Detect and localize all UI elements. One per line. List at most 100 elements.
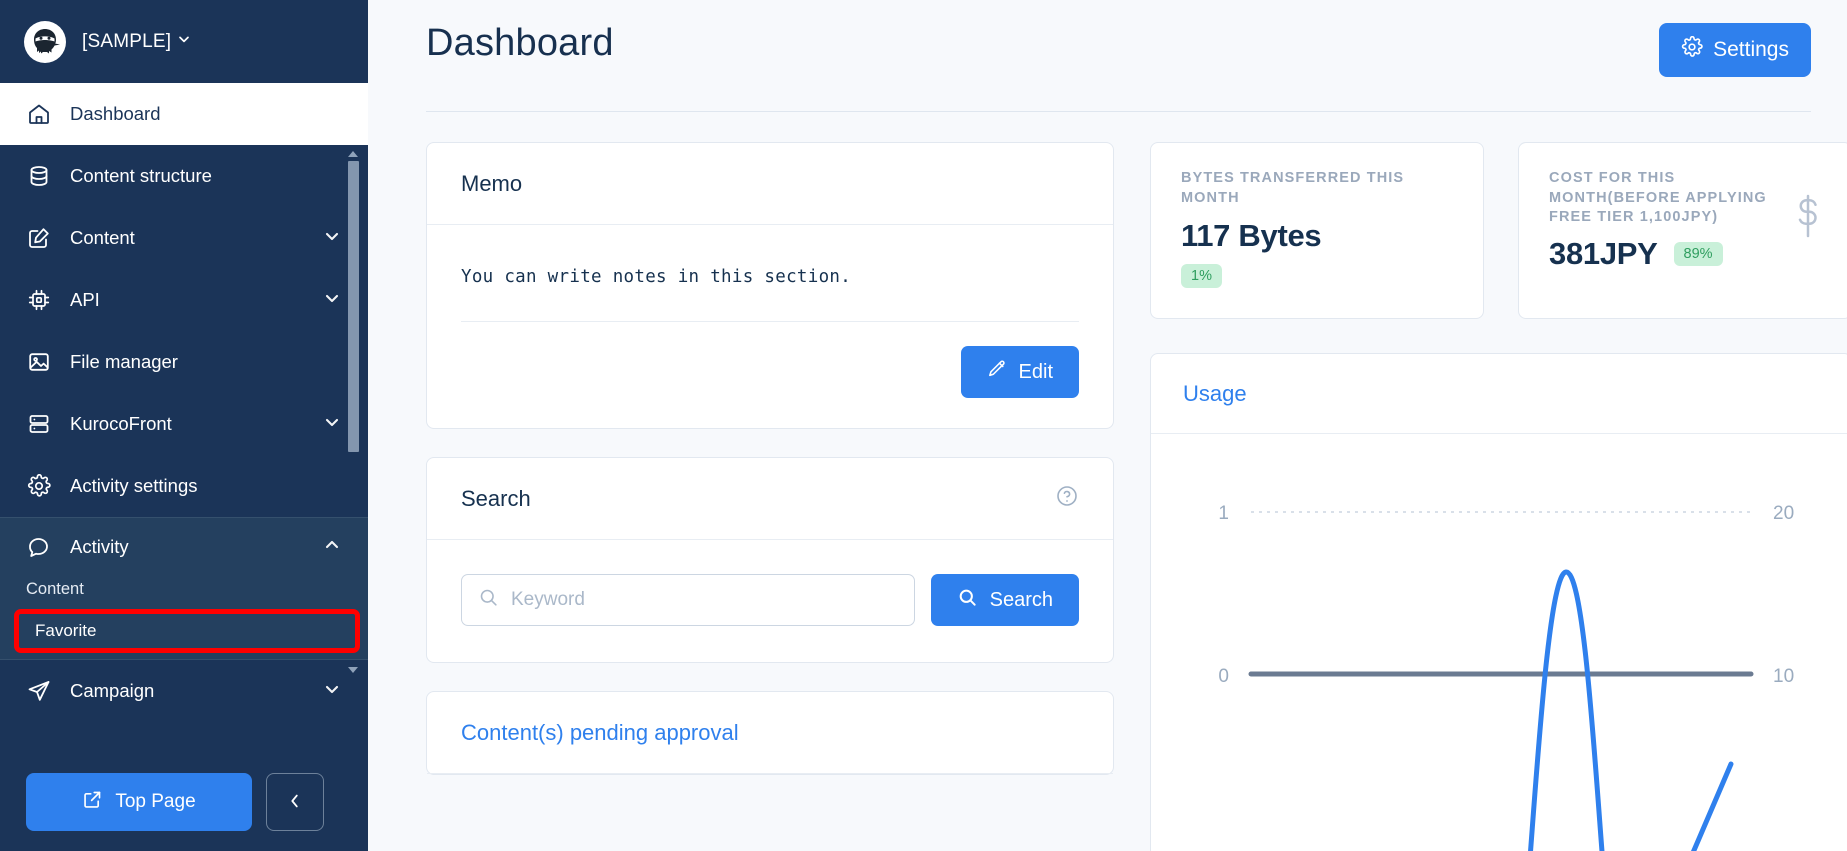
dashboard-grid: Memo You can write notes in this section… — [404, 142, 1847, 851]
settings-button[interactable]: Settings — [1659, 23, 1811, 77]
memo-body-text: You can write notes in this section. — [461, 251, 1079, 322]
sidebar-subgroup-header: Content — [26, 580, 84, 598]
status-badge: 89% — [1673, 241, 1723, 266]
axis-tick-right-20: 20 — [1773, 503, 1794, 524]
sidebar-item-label: Content structure — [70, 165, 212, 186]
page-header: Dashboard Settings — [404, 0, 1811, 77]
stat-value-row: 381JPY 89% — [1549, 236, 1821, 272]
sidebar-footer: Top Page — [0, 753, 368, 851]
home-icon — [26, 101, 52, 127]
sidebar-item-activity-settings[interactable]: Activity settings — [0, 455, 368, 517]
settings-label: Settings — [1713, 38, 1789, 61]
pencil-icon — [987, 359, 1007, 385]
gear-icon — [26, 473, 52, 499]
sidebar-item-activity[interactable]: Activity — [0, 518, 368, 576]
chevron-down-icon[interactable] — [322, 226, 342, 251]
usage-series-peak — [1528, 569, 1605, 851]
main-content: Dashboard Settings Memo You can write no… — [368, 0, 1847, 851]
page-title: Dashboard — [426, 22, 614, 64]
chat-bubble-icon — [26, 534, 52, 560]
chevron-down-icon — [176, 31, 192, 53]
brand-name-wrap: [SAMPLE] — [82, 31, 192, 53]
sidebar-item-label: API — [70, 289, 100, 310]
sidebar-group-activity: Activity Content Favorite — [0, 517, 368, 660]
usage-title[interactable]: Usage — [1183, 381, 1247, 407]
edit-square-icon — [26, 225, 52, 251]
status-badge: 1% — [1181, 264, 1222, 289]
usage-series-tail — [1691, 761, 1734, 851]
sidebar-brand[interactable]: [SAMPLE] — [0, 0, 368, 83]
pending-approval-card: Content(s) pending approval — [426, 691, 1114, 775]
search-button[interactable]: Search — [930, 574, 1079, 626]
axis-tick-left-0: 0 — [1218, 666, 1229, 687]
sidebar-item-file-manager[interactable]: File manager — [0, 331, 368, 393]
sidebar-item-dashboard[interactable]: Dashboard — [0, 83, 368, 145]
search-button-label: Search — [989, 588, 1053, 611]
dollar-sign-icon — [1793, 193, 1823, 249]
stat-value: 381JPY — [1549, 235, 1658, 271]
scroll-up-arrow-icon[interactable] — [348, 151, 358, 157]
external-link-icon — [82, 789, 103, 816]
chevron-up-icon[interactable] — [322, 535, 342, 560]
memo-card-body: You can write notes in this section. Edi… — [427, 225, 1113, 428]
top-page-label: Top Page — [115, 791, 196, 812]
sidebar-item-content[interactable]: Content — [0, 207, 368, 269]
sidebar-item-favorite[interactable]: Favorite — [14, 609, 360, 653]
usage-line-chart: 1 0 20 10 — [1218, 503, 1794, 851]
sidebar-item-label: Content — [70, 227, 135, 248]
app-root: [SAMPLE] Dashboard Content structure Con… — [0, 0, 1847, 851]
memo-title: Memo — [461, 170, 523, 196]
stat-value: 117 Bytes — [1181, 218, 1322, 254]
image-icon — [26, 349, 52, 375]
right-column: BYTES TRANSFERRED THIS MONTH 117 Bytes 1… — [1150, 142, 1847, 851]
top-page-button[interactable]: Top Page — [26, 773, 252, 831]
scrollbar-thumb[interactable] — [347, 161, 359, 453]
memo-card: Memo You can write notes in this section… — [426, 142, 1114, 429]
pending-approval-title[interactable]: Content(s) pending approval — [461, 720, 739, 746]
collapse-sidebar-button[interactable] — [266, 773, 324, 831]
axis-tick-right-10: 10 — [1773, 666, 1794, 687]
sidebar-item-label: Dashboard — [70, 103, 161, 124]
search-title: Search — [461, 485, 531, 511]
edit-label: Edit — [1018, 360, 1053, 383]
search-field[interactable] — [461, 574, 915, 626]
ninja-logo-icon — [24, 20, 66, 63]
sidebar-item-kurocofront[interactable]: KurocoFront — [0, 393, 368, 455]
header-divider — [426, 111, 1811, 112]
stat-label: BYTES TRANSFERRED THIS MONTH — [1181, 170, 1405, 206]
paper-plane-icon — [26, 678, 52, 704]
sidebar-subitem-label: Favorite — [35, 621, 97, 640]
chevron-down-icon[interactable] — [322, 679, 342, 704]
brand-name: [SAMPLE] — [82, 30, 172, 52]
sidebar-nav: Dashboard Content structure Content API … — [0, 83, 368, 722]
stat-card-cost: COST FOR THIS MONTH(BEFORE APPLYING FREE… — [1518, 142, 1847, 320]
axis-tick-left-1: 1 — [1218, 503, 1229, 524]
search-input[interactable] — [511, 589, 898, 611]
stat-label: COST FOR THIS MONTH(BEFORE APPLYING FREE… — [1549, 170, 1767, 226]
sidebar-item-content-structure[interactable]: Content structure — [0, 145, 368, 207]
pending-approval-header: Content(s) pending approval — [427, 692, 1113, 774]
sidebar: [SAMPLE] Dashboard Content structure Con… — [0, 0, 368, 851]
search-card-body: Search — [427, 540, 1113, 662]
sidebar-item-api[interactable]: API — [0, 269, 368, 331]
sidebar-item-label: KurocoFront — [70, 413, 172, 434]
question-circle-icon[interactable] — [1055, 484, 1079, 513]
search-card: Search Keyword Search — [426, 457, 1114, 663]
usage-card-header: Usage — [1151, 354, 1847, 435]
database-icon — [26, 163, 52, 189]
sidebar-item-label: Activity — [70, 536, 129, 557]
sidebar-item-label: Campaign — [70, 680, 155, 701]
sidebar-scrollbar[interactable] — [346, 151, 360, 673]
scroll-down-arrow-icon[interactable] — [348, 667, 358, 673]
left-column: Memo You can write notes in this section… — [426, 142, 1114, 851]
sidebar-scroll-area: Dashboard Content structure Content API … — [0, 83, 368, 753]
stat-card-bytes-transferred: BYTES TRANSFERRED THIS MONTH 117 Bytes 1… — [1150, 142, 1484, 320]
chevron-down-icon[interactable] — [322, 288, 342, 313]
sidebar-item-campaign[interactable]: Campaign — [0, 660, 368, 722]
scrollbar-track[interactable] — [347, 161, 359, 663]
chevron-down-icon[interactable] — [322, 412, 342, 437]
edit-button[interactable]: Edit — [960, 346, 1079, 398]
usage-chart: 1 0 20 10 — [1151, 434, 1847, 851]
search-icon — [957, 587, 978, 614]
sidebar-item-label: File manager — [70, 351, 178, 372]
